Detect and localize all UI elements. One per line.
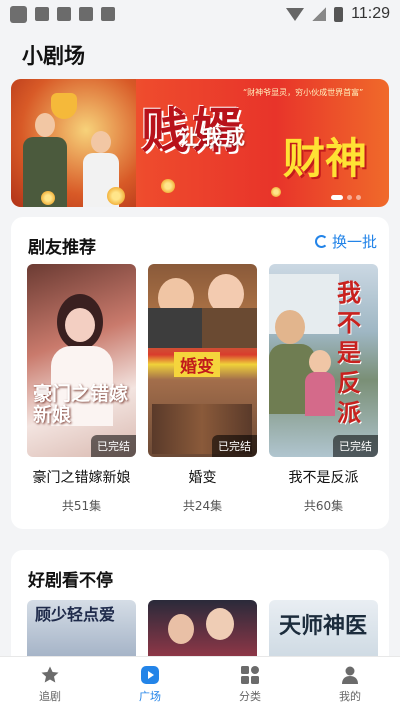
drama-poster[interactable]: 豪门之错嫁新娘 已完结 [27,264,136,457]
refresh-batch-button[interactable]: 换一批 [314,231,377,252]
nav-item-follow[interactable]: 追剧 [0,657,100,711]
poster-title-text: 天师神医 [279,613,368,639]
book-notification-icon [57,7,71,21]
bottom-navigation: 追剧 广场 分类 我的 [0,656,400,711]
category-icon [241,666,259,684]
drama-card[interactable]: 我不是反派 已完结 我不是反派 共60集 [269,264,378,514]
banner-slogan: “财神爷显灵，穷小伙成世界首富” [243,88,364,97]
drama-title: 我不是反派 [288,470,359,486]
pagination-dot [347,195,352,200]
drama-title: 豪门之错嫁新娘 [32,470,131,486]
app-notification-icon [10,5,27,23]
nonstop-section: 好剧看不停 顾少轻点爱 天师神医 [11,550,389,670]
play-icon [141,666,159,684]
poster-title-text: 我不是反派 [337,278,361,427]
drama-poster[interactable]: 我不是反派 已完结 [269,264,378,457]
drama-episode-count: 共60集 [303,499,344,513]
recommend-section-title: 剧友推荐 [28,238,96,258]
completed-badge: 已完结 [91,435,136,457]
banner-highlight-title: 财神 [283,134,368,183]
nav-item-plaza[interactable]: 广场 [100,657,200,711]
image-notification-icon [35,7,49,21]
completed-badge: 已完结 [212,435,257,457]
recommend-list: 豪门之错嫁新娘 已完结 豪门之错嫁新娘 共51集 婚变 已完结 婚变 共24集 [27,264,378,514]
banner-characters-image [11,79,136,207]
recommend-section: 剧友推荐 换一批 豪门之错嫁新娘 已完结 豪门之错嫁新娘 共51集 婚变 已完结… [11,217,389,529]
completed-badge: 已完结 [333,435,378,457]
poster-title-text: 豪门之错嫁新娘 [33,383,129,426]
nonstop-section-title: 好剧看不停 [28,571,113,591]
pagination-dot [356,195,361,200]
status-time: 11:29 [351,5,390,22]
signal-icon [312,7,327,21]
poster-title-text: 顾少轻点爱 [35,605,116,624]
star-icon [41,666,59,683]
refresh-batch-label: 换一批 [331,233,377,251]
coin-decoration-icon [271,187,281,197]
pagination-dot-active [331,195,343,200]
nav-label: 分类 [239,690,261,703]
nav-item-mine[interactable]: 我的 [300,657,400,711]
status-system: 11:29 [286,5,390,23]
drama-card[interactable]: 婚变 已完结 婚变 共24集 [148,264,257,514]
status-bar: 11:29 [0,0,400,28]
font-notification-icon [101,7,115,21]
status-notifications [10,5,115,23]
refresh-icon [314,235,328,248]
nav-label: 广场 [139,690,161,703]
banner-subtitle: 让我成 [179,125,248,149]
drama-title: 婚变 [188,470,217,486]
coin-decoration-icon [161,179,175,193]
nav-label: 追剧 [39,690,61,703]
banner-pagination [331,195,361,200]
person-icon [342,666,358,684]
drama-card[interactable]: 豪门之错嫁新娘 已完结 豪门之错嫁新娘 共51集 [27,264,136,514]
drama-episode-count: 共24集 [182,499,223,513]
battery-icon [334,6,344,22]
wifi-icon [286,7,305,21]
page-title: 小剧场 [22,44,85,68]
promo-banner[interactable]: “财神爷显灵，穷小伙成世界首富” 贱婿 让我成 财神 [11,79,389,207]
nav-label: 我的 [339,690,361,703]
drama-poster[interactable]: 婚变 已完结 [148,264,257,457]
nav-item-category[interactable]: 分类 [200,657,300,711]
poster-title-text: 婚变 [174,352,220,377]
drama-episode-count: 共51集 [61,499,102,513]
book-notification-icon-2 [79,7,93,21]
